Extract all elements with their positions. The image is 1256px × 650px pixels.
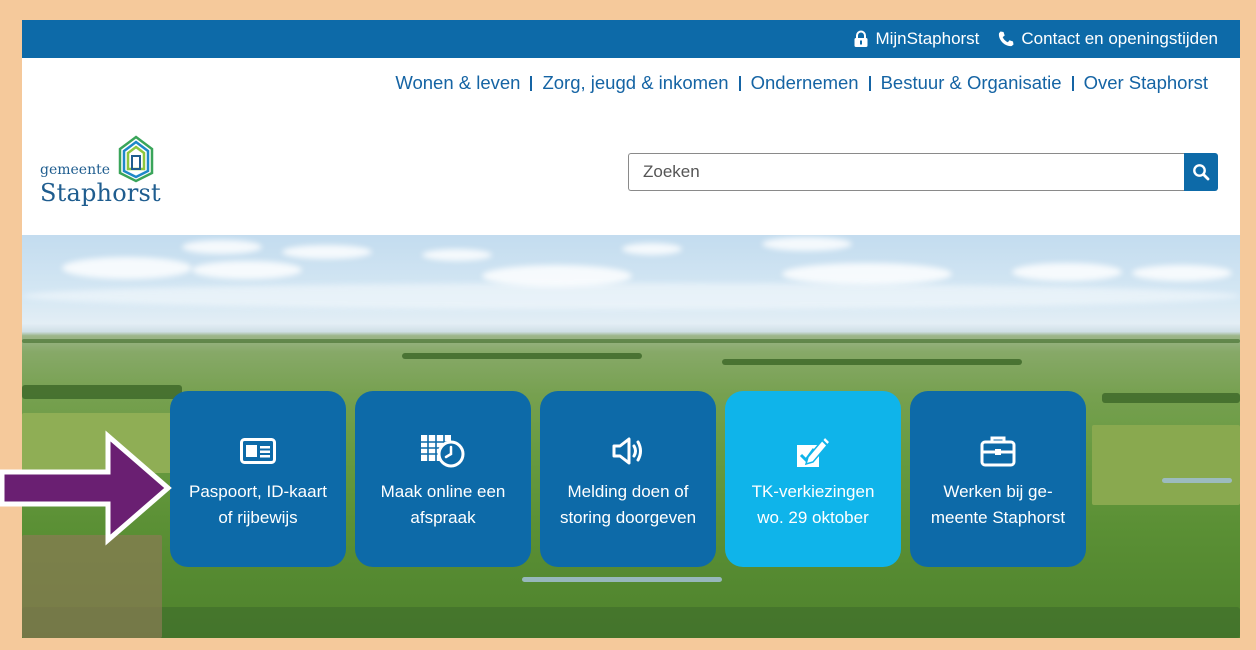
- contact-label: Contact en openingstijden: [1021, 29, 1218, 48]
- tile-werken-bij[interactable]: Werken bij ge- meente Staphorst: [910, 391, 1086, 567]
- cloud: [62, 257, 192, 279]
- water: [522, 577, 722, 582]
- nav-separator: [1071, 75, 1074, 91]
- nav-separator: [738, 75, 741, 91]
- tile-label-line: meente Staphorst: [930, 508, 1066, 527]
- field: [1092, 425, 1240, 505]
- tile-label: Werken bij ge- meente Staphorst: [923, 479, 1073, 531]
- tile-label: Maak online een afspraak: [368, 479, 518, 531]
- cloud: [422, 249, 492, 261]
- nav-separator: [868, 75, 871, 91]
- cloud: [282, 245, 372, 259]
- cloud: [622, 243, 682, 255]
- nav-ondernemen[interactable]: Ondernemen: [751, 72, 859, 94]
- tile-label-line: storing doorgeven: [559, 508, 697, 527]
- cloud: [782, 263, 952, 285]
- cloud: [22, 283, 1240, 309]
- tile-label-line: wo. 29 oktober: [757, 508, 869, 527]
- utility-bar: MijnStaphorst Contact en openingstijden: [22, 20, 1240, 58]
- tile-label-line: Werken bij ge-: [943, 482, 1053, 501]
- search-icon: [1193, 164, 1210, 181]
- phone-icon: [999, 31, 1014, 47]
- treeline: [22, 607, 1240, 638]
- treeline: [22, 339, 1240, 343]
- tile-label-line: TK-verkiezingen: [751, 482, 875, 501]
- nav-bestuur-organisatie[interactable]: Bestuur & Organisatie: [881, 72, 1062, 94]
- search-input[interactable]: [628, 153, 1184, 191]
- contact-link[interactable]: Contact en openingstijden: [997, 29, 1218, 49]
- tile-label-line: Maak online een: [380, 482, 506, 501]
- house-logo-icon: [118, 135, 154, 183]
- search-bar: [628, 153, 1218, 191]
- megaphone-icon: [612, 437, 642, 465]
- page-frame: MijnStaphorst Contact en openingstijden …: [22, 20, 1240, 638]
- cloud: [762, 237, 852, 251]
- hero-landscape-image: Paspoort, ID-kaart of rijbewijs Maak onl…: [22, 235, 1240, 638]
- cloud: [192, 261, 302, 279]
- tile-paspoort[interactable]: Paspoort, ID-kaart of rijbewijs: [170, 391, 346, 567]
- cloud: [182, 240, 262, 254]
- id-card-icon: [240, 438, 276, 464]
- nav-wonen-leven[interactable]: Wonen & leven: [395, 72, 520, 94]
- tile-label-line: afspraak: [410, 508, 476, 527]
- water: [1162, 478, 1232, 483]
- treeline: [722, 359, 1022, 365]
- tile-label: Melding doen of storing doorgeven: [553, 479, 703, 531]
- gemeente-staphorst-logo[interactable]: gemeente Staphorst: [40, 135, 180, 211]
- mijnstaphorst-label: MijnStaphorst: [875, 29, 980, 48]
- treeline: [22, 385, 182, 399]
- tile-label: TK-verkiezingen wo. 29 oktober: [738, 479, 888, 531]
- nav-zorg-jeugd-inkomen[interactable]: Zorg, jeugd & inkomen: [542, 72, 728, 94]
- cloud: [1132, 265, 1232, 281]
- search-button[interactable]: [1184, 153, 1218, 191]
- field: [22, 535, 162, 638]
- treeline: [402, 353, 642, 359]
- tile-label-line: of rijbewijs: [218, 508, 298, 527]
- nav-separator: [530, 75, 533, 91]
- tile-melding[interactable]: Melding doen of storing doorgeven: [540, 391, 716, 567]
- briefcase-icon: [980, 436, 1016, 467]
- main-navigation: Wonen & leven Zorg, jeugd & inkomen Onde…: [395, 72, 1208, 94]
- cloud: [1012, 263, 1122, 281]
- ballot-pencil-icon: [797, 435, 832, 467]
- tile-label: Paspoort, ID-kaart of rijbewijs: [183, 479, 333, 531]
- logo-text-big: Staphorst: [40, 179, 161, 207]
- logo-text-small: gemeente: [40, 162, 111, 178]
- nav-over-staphorst[interactable]: Over Staphorst: [1084, 72, 1208, 94]
- tile-afspraak[interactable]: Maak online een afspraak: [355, 391, 531, 567]
- tile-tk-verkiezingen[interactable]: TK-verkiezingen wo. 29 oktober: [725, 391, 901, 567]
- treeline: [1102, 393, 1240, 403]
- calendar-clock-icon: [421, 435, 465, 468]
- annotation-arrow-icon: [0, 430, 172, 546]
- tile-label-line: Paspoort, ID-kaart: [189, 482, 327, 501]
- mijnstaphorst-link[interactable]: MijnStaphorst: [853, 29, 979, 49]
- tile-label-line: Melding doen of: [567, 482, 689, 501]
- lock-icon: [854, 30, 868, 47]
